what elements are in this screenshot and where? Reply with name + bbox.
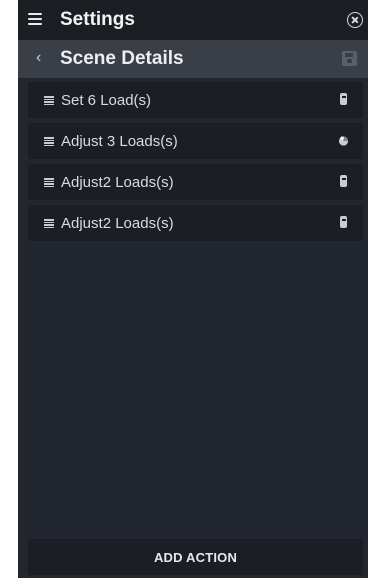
hamburger-icon[interactable] xyxy=(28,13,42,25)
load-device-icon xyxy=(340,216,347,228)
close-icon[interactable] xyxy=(347,12,363,28)
page-title: Scene Details xyxy=(60,48,184,69)
action-row[interactable]: Set 6 Load(s) xyxy=(28,82,363,118)
drag-handle-icon[interactable] xyxy=(44,96,54,105)
drag-handle-icon[interactable] xyxy=(44,178,54,187)
shade-icon xyxy=(338,136,349,146)
scene-header: ‹ Scene Details xyxy=(18,40,368,78)
app-header: Settings xyxy=(18,0,368,40)
load-device-icon xyxy=(340,93,347,105)
action-label: Adjust2 Loads(s) xyxy=(61,174,174,191)
drag-handle-icon[interactable] xyxy=(44,219,54,228)
action-label: Set 6 Load(s) xyxy=(61,92,152,109)
drag-handle-icon[interactable] xyxy=(44,137,54,146)
load-device-icon xyxy=(340,175,347,187)
add-action-button[interactable]: ADD ACTION xyxy=(28,539,363,575)
action-row[interactable]: Adjust 3 Loads(s) xyxy=(28,123,363,159)
action-label: Adjust2 Loads(s) xyxy=(61,215,174,232)
app-title: Settings xyxy=(60,9,135,30)
action-list: Set 6 Load(s) Adjust 3 Loads(s) Adjust2 … xyxy=(28,82,363,246)
action-row[interactable]: Adjust2 Loads(s) xyxy=(28,164,363,200)
scene-details-panel: Settings ‹ Scene Details Set 6 Load(s) A… xyxy=(18,0,368,578)
action-label: Adjust 3 Loads(s) xyxy=(61,133,178,150)
save-icon[interactable] xyxy=(342,51,357,66)
back-icon[interactable]: ‹ xyxy=(36,50,41,66)
action-row[interactable]: Adjust2 Loads(s) xyxy=(28,205,363,241)
